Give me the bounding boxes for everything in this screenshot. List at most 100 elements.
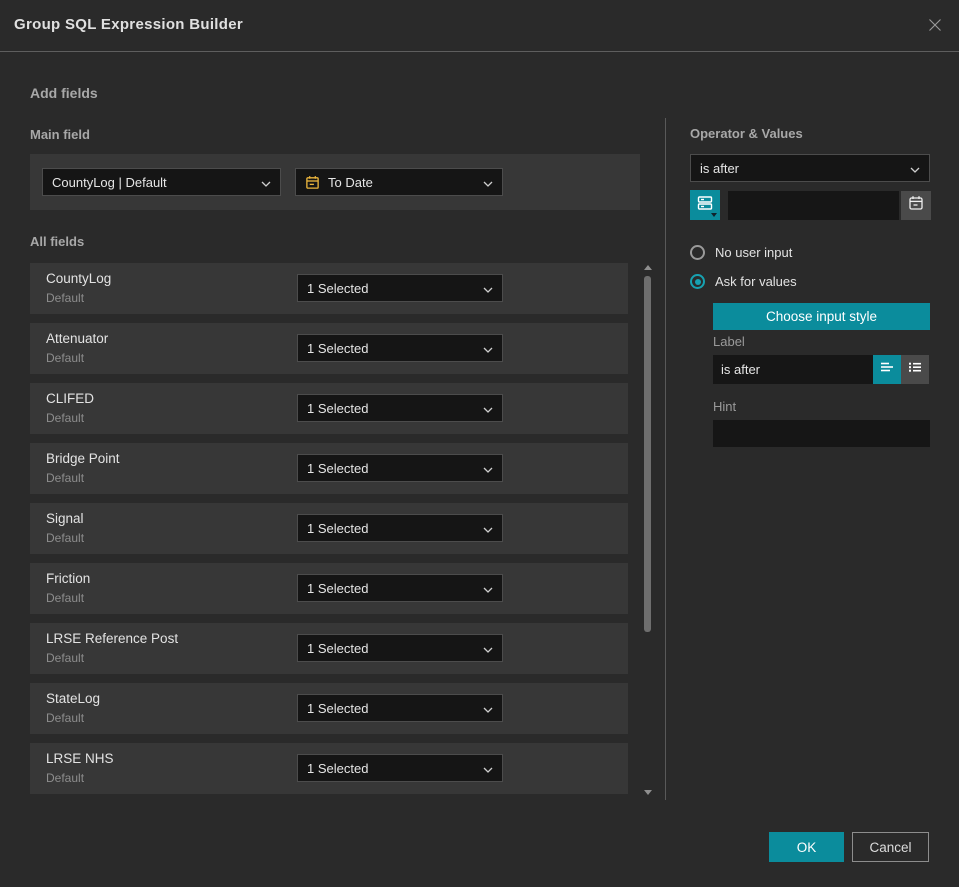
radio-ask-for-values[interactable]: Ask for values — [690, 274, 797, 289]
dialog-titlebar: Group SQL Expression Builder — [0, 0, 959, 52]
date-field-icon — [305, 175, 320, 190]
scrollbar-up-icon[interactable] — [644, 265, 652, 270]
chevron-down-icon — [483, 175, 493, 190]
field-row: LRSE NHS Default 1 Selected — [30, 743, 628, 794]
field-values-dropdown[interactable]: 1 Selected — [297, 274, 503, 302]
label-field-label: Label — [713, 334, 745, 349]
chevron-down-icon — [261, 175, 271, 190]
scrollbar-down-icon[interactable] — [644, 790, 652, 795]
values-from-layer-button[interactable] — [690, 190, 720, 220]
field-values-dropdown[interactable]: 1 Selected — [297, 694, 503, 722]
main-field-dropdown-value: CountyLog | Default — [52, 174, 167, 190]
all-fields-heading: All fields — [30, 234, 85, 249]
field-row: CLIFED Default 1 Selected — [30, 383, 628, 434]
field-values-dropdown-value: 1 Selected — [307, 640, 369, 656]
field-name: Attenuator — [46, 331, 109, 346]
field-values-dropdown[interactable]: 1 Selected — [297, 454, 503, 482]
single-input-style-icon — [879, 360, 895, 379]
cancel-button[interactable]: Cancel — [852, 832, 929, 862]
chevron-down-icon — [483, 461, 493, 476]
caret-down-icon — [711, 213, 717, 217]
field-subtitle: Default — [46, 771, 85, 785]
dialog-title: Group SQL Expression Builder — [14, 16, 243, 33]
ok-button[interactable]: OK — [769, 832, 844, 862]
close-icon — [927, 17, 943, 38]
single-input-style-button[interactable] — [873, 355, 901, 384]
radio-no-user-input[interactable]: No user input — [690, 245, 792, 260]
field-row: Bridge Point Default 1 Selected — [30, 443, 628, 494]
field-subtitle: Default — [46, 591, 85, 605]
chevron-down-icon — [483, 521, 493, 536]
main-field-panel: CountyLog | Default To Date — [30, 154, 640, 210]
calendar-picker-button[interactable] — [901, 191, 931, 220]
field-name: Signal — [46, 511, 84, 526]
field-subtitle: Default — [46, 711, 85, 725]
calendar-picker-icon — [908, 195, 924, 216]
operator-dropdown[interactable]: is after — [690, 154, 930, 182]
chevron-down-icon — [483, 701, 493, 716]
field-name: LRSE NHS — [46, 751, 114, 766]
field-values-dropdown-value: 1 Selected — [307, 460, 369, 476]
operator-dropdown-value: is after — [700, 160, 740, 176]
operator-values-heading: Operator & Values — [690, 126, 803, 141]
field-values-dropdown-value: 1 Selected — [307, 400, 369, 416]
field-row: Attenuator Default 1 Selected — [30, 323, 628, 374]
field-subtitle: Default — [46, 291, 85, 305]
panel-divider — [665, 118, 666, 800]
chevron-down-icon — [483, 761, 493, 776]
field-subtitle: Default — [46, 351, 85, 365]
field-name: CountyLog — [46, 271, 112, 286]
hint-field-label: Hint — [713, 399, 737, 414]
field-values-dropdown[interactable]: 1 Selected — [297, 334, 503, 362]
field-values-dropdown[interactable]: 1 Selected — [297, 754, 503, 782]
field-subtitle: Default — [46, 471, 85, 485]
chevron-down-icon — [483, 401, 493, 416]
chevron-down-icon — [483, 281, 493, 296]
field-values-dropdown-value: 1 Selected — [307, 340, 369, 356]
field-values-dropdown-value: 1 Selected — [307, 760, 369, 776]
value-input[interactable] — [728, 191, 899, 220]
field-subtitle: Default — [46, 651, 85, 665]
field-values-dropdown[interactable]: 1 Selected — [297, 574, 503, 602]
radio-selected-icon — [690, 274, 705, 289]
field-row: StateLog Default 1 Selected — [30, 683, 628, 734]
field-values-dropdown[interactable]: 1 Selected — [297, 394, 503, 422]
chevron-down-icon — [483, 641, 493, 656]
radio-ask-for-values-label: Ask for values — [715, 274, 797, 289]
field-name: CLIFED — [46, 391, 95, 406]
field-subtitle: Default — [46, 531, 85, 545]
main-field-heading: Main field — [30, 127, 90, 142]
hint-input[interactable] — [713, 420, 930, 447]
field-values-dropdown-value: 1 Selected — [307, 580, 369, 596]
choose-input-style-button[interactable]: Choose input style — [713, 303, 930, 330]
close-button[interactable] — [924, 16, 946, 38]
radio-unselected-icon — [690, 245, 705, 260]
field-row: LRSE Reference Post Default 1 Selected — [30, 623, 628, 674]
main-field-dropdown[interactable]: CountyLog | Default — [42, 168, 281, 196]
field-subtitle: Default — [46, 411, 85, 425]
date-type-dropdown-value: To Date — [328, 174, 373, 190]
field-name: Bridge Point — [46, 451, 120, 466]
chevron-down-icon — [910, 161, 920, 176]
radio-no-user-input-label: No user input — [715, 245, 793, 260]
date-type-dropdown[interactable]: To Date — [295, 168, 503, 196]
field-values-dropdown-value: 1 Selected — [307, 520, 369, 536]
field-row: Friction Default 1 Selected — [30, 563, 628, 614]
field-row: CountyLog Default 1 Selected — [30, 263, 628, 314]
field-values-dropdown-value: 1 Selected — [307, 700, 369, 716]
list-input-style-icon — [907, 360, 923, 379]
chevron-down-icon — [483, 581, 493, 596]
field-values-dropdown-value: 1 Selected — [307, 280, 369, 296]
scrollbar-thumb[interactable] — [644, 276, 651, 632]
fields-list-scrollbar[interactable] — [643, 260, 652, 800]
field-name: Friction — [46, 571, 91, 586]
field-values-dropdown[interactable]: 1 Selected — [297, 634, 503, 662]
add-fields-heading: Add fields — [30, 85, 98, 101]
field-name: LRSE Reference Post — [46, 631, 179, 646]
label-input[interactable] — [713, 355, 873, 384]
field-row: Signal Default 1 Selected — [30, 503, 628, 554]
field-name: StateLog — [46, 691, 101, 706]
field-values-dropdown[interactable]: 1 Selected — [297, 514, 503, 542]
chevron-down-icon — [483, 341, 493, 356]
list-input-style-button[interactable] — [901, 355, 929, 384]
